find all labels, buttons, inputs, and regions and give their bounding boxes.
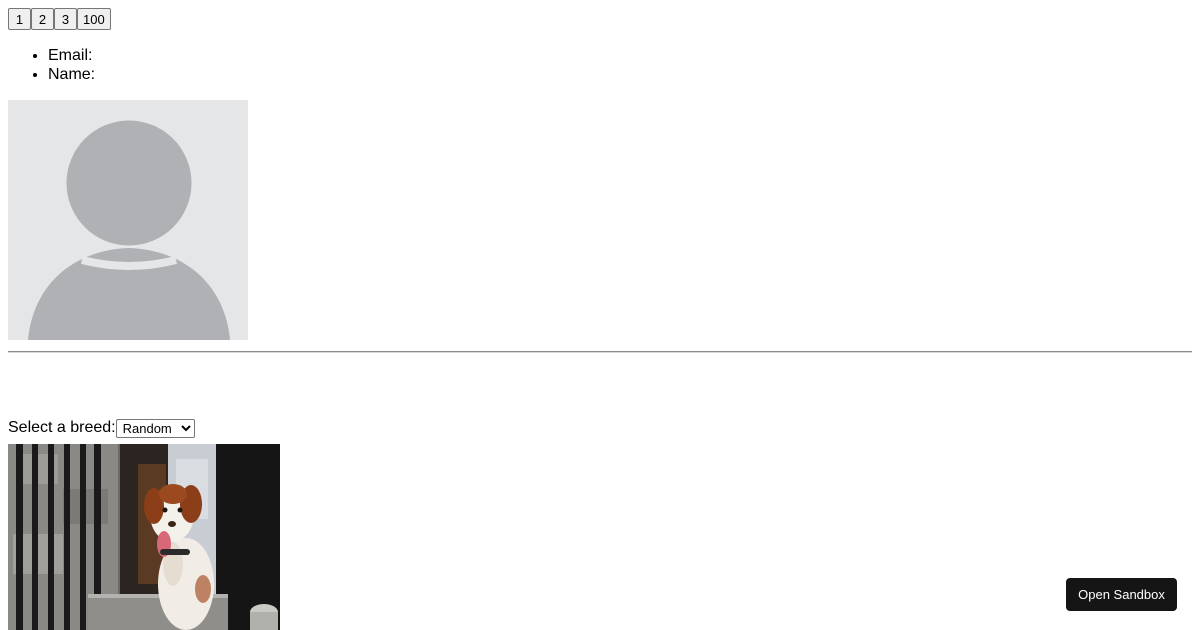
page-button-2[interactable]: 2 (31, 8, 54, 30)
page: 1 2 3 100 Email: Name: Select a breed: R… (0, 0, 1200, 630)
breed-select[interactable]: Random (115, 418, 195, 438)
dog-photo-illustration (8, 444, 280, 630)
breed-label: Select a breed: (8, 419, 116, 436)
dog-photo (8, 444, 280, 630)
user-silhouette-icon (8, 100, 248, 340)
divider (8, 351, 1192, 353)
page-button-100[interactable]: 100 (77, 8, 111, 30)
name-label: Name: (48, 66, 96, 83)
email-item: Email: (48, 46, 95, 65)
avatar (8, 100, 248, 340)
page-button-3[interactable]: 3 (54, 8, 77, 30)
name-item: Name: (48, 65, 95, 84)
page-button-1[interactable]: 1 (8, 8, 31, 30)
open-sandbox-button[interactable]: Open Sandbox (1066, 578, 1177, 611)
breed-selector: Select a breed: Random (8, 418, 195, 438)
email-label: Email: (48, 47, 93, 64)
pagination: 1 2 3 100 (8, 8, 111, 30)
user-info-list: Email: Name: (8, 46, 95, 84)
